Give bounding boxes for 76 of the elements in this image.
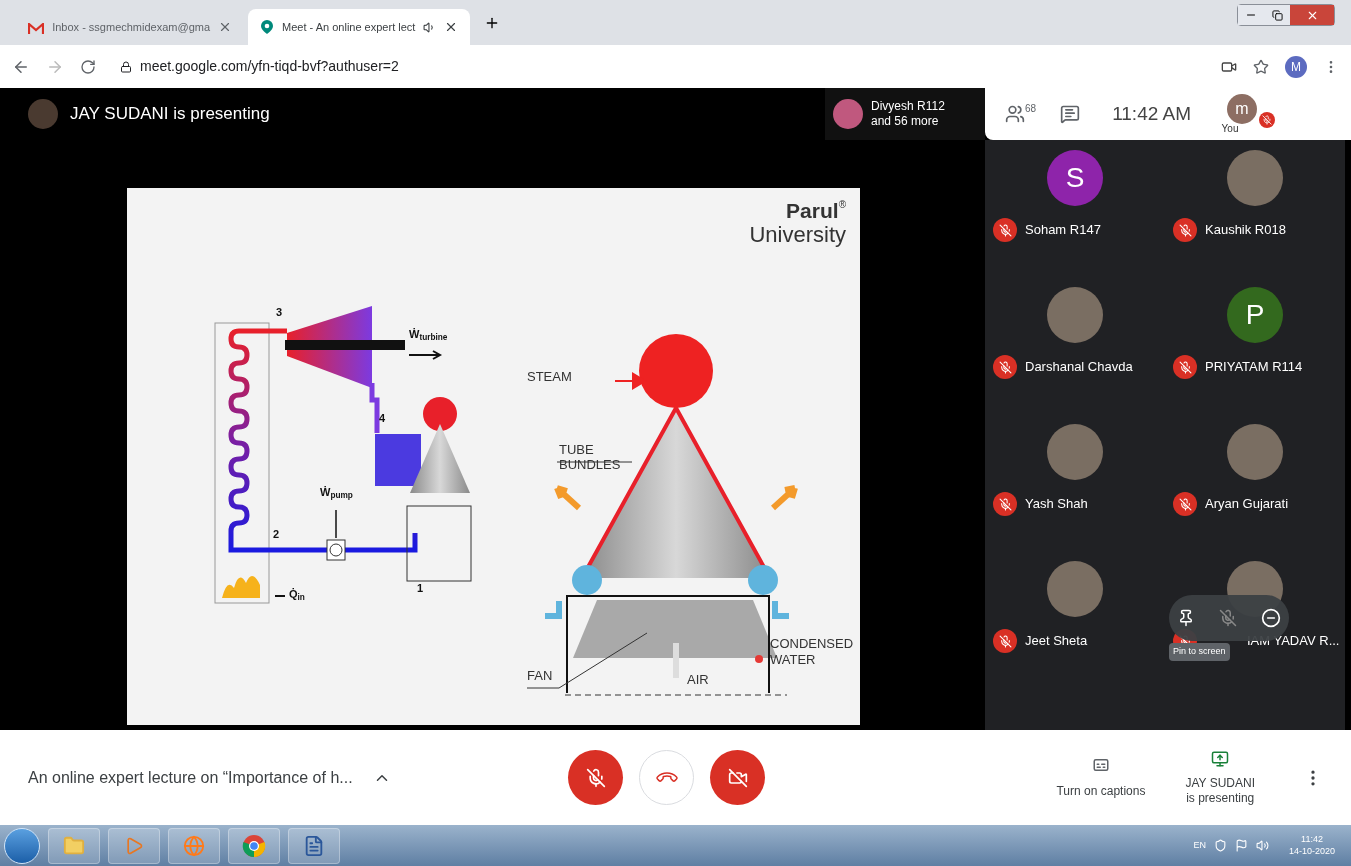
avatar-photo-placeholder — [1047, 287, 1103, 343]
mic-off-button[interactable] — [568, 750, 623, 805]
avatar-photo-placeholder — [1047, 561, 1103, 617]
participant-avatar: P — [1227, 287, 1283, 343]
captions-button[interactable]: Turn on captions — [1056, 755, 1146, 800]
meeting-title[interactable]: An online expert lecture on “Importance of h... — [28, 765, 353, 790]
start-button[interactable] — [4, 827, 40, 864]
diagram-label: 4 — [379, 411, 386, 426]
diagram-label: FAN — [527, 668, 553, 683]
viewer-count: and 56 more — [871, 114, 940, 129]
location-pin-icon — [260, 19, 275, 35]
avatar-photo-placeholder — [1227, 424, 1283, 480]
diagram-label: CONDENSED — [770, 636, 854, 651]
participant-name: Darshanal Chavda — [1025, 358, 1133, 377]
mic-off-icon[interactable] — [1219, 609, 1237, 627]
avatar-photo-placeholder — [1227, 150, 1283, 206]
participant-avatar: S — [1047, 150, 1103, 206]
restore-icon — [1271, 9, 1283, 21]
tray-flag-icon[interactable] — [1234, 839, 1248, 852]
minimize-button[interactable] — [1238, 5, 1264, 25]
remove-icon[interactable] — [1261, 608, 1281, 628]
diagram-label: Ẇ$_{turbine}$ — [409, 327, 448, 342]
viewer-name: Divyesh R112 — [871, 99, 945, 114]
tooltip: Pin to screen — [1169, 643, 1230, 661]
people-button[interactable]: 68 — [1005, 104, 1037, 124]
viewers-chip[interactable]: Divyesh R112 and 56 more — [825, 88, 985, 140]
diagram-label: Q̇$_{in}$ — [289, 587, 305, 602]
presenting-text: JAY SUDANI is presenting — [70, 103, 270, 126]
tab-title: Meet - An online expert lect — [282, 19, 416, 35]
diagram-label: BUNDLES — [559, 457, 621, 472]
logo-subtitle: University — [749, 221, 846, 249]
diagram-label: TUBE — [559, 442, 594, 457]
logo-name: Parul — [786, 200, 839, 221]
diagram-label: WATER — [770, 652, 816, 667]
address-bar[interactable]: meet.google.com/yfn-tiqd-bvf?authuser=2 — [112, 51, 1205, 82]
browser-tab[interactable]: Meet - An online expert lect — [248, 9, 471, 45]
reload-icon[interactable] — [80, 58, 96, 75]
camera-off-icon — [727, 767, 748, 788]
chat-icon[interactable] — [1060, 104, 1081, 124]
lock-icon — [120, 60, 132, 73]
presenter-avatar-photo-placeholder — [28, 99, 58, 129]
avatar-photo-placeholder — [1047, 424, 1103, 480]
participant-name: PRIYATAM R114 — [1205, 358, 1303, 377]
participant-name: Kaushik R018 — [1205, 221, 1286, 240]
clock-time: 11:42 AM — [1112, 101, 1191, 126]
mic-off-icon — [585, 767, 606, 788]
diagram-label: 3 — [276, 305, 283, 320]
restore-button[interactable] — [1264, 5, 1290, 25]
document-icon[interactable] — [288, 827, 340, 864]
pin-icon[interactable] — [1177, 609, 1195, 627]
people-icon — [1005, 104, 1025, 124]
self-avatar[interactable]: m — [1227, 94, 1257, 124]
bookmark-star-icon[interactable] — [1253, 58, 1269, 75]
tab-title: Inbox - ssgmechmidexam@gma — [52, 19, 211, 35]
self-label: You — [1221, 124, 1239, 134]
profile-avatar[interactable]: M — [1285, 55, 1307, 78]
diagram-label: Ẇ$_{pump}$ — [320, 485, 353, 500]
presenting-button[interactable]: JAY SUDANI is presenting — [1185, 749, 1255, 806]
diagram-label: 2 — [273, 527, 280, 542]
diagram-label: 1 — [417, 581, 424, 596]
participant-name: Yash Shah — [1025, 495, 1088, 514]
participant-name: Aryan Gujarati — [1205, 495, 1289, 514]
diagram-label: AIR — [687, 672, 709, 687]
diagram-label: STEAM — [527, 369, 572, 384]
viewer-photo-placeholder — [833, 99, 863, 129]
logo-mark: ® — [838, 200, 846, 210]
participant-name: Jeet Sheta — [1025, 632, 1088, 651]
present-screen-icon — [1211, 749, 1230, 768]
camera-off-button[interactable] — [710, 750, 765, 805]
participant-name: Soham R147 — [1025, 221, 1101, 240]
participant-name: IAM YADAV R... — [1247, 632, 1340, 651]
people-count: 68 — [1025, 104, 1037, 114]
url-text: meet.google.com/yfn-tiqd-bvf?authuser=2 — [140, 57, 399, 76]
volume-icon[interactable] — [1255, 839, 1269, 852]
chrome-browser-icon[interactable] — [228, 827, 280, 864]
tray-shield-icon[interactable] — [1213, 839, 1227, 852]
